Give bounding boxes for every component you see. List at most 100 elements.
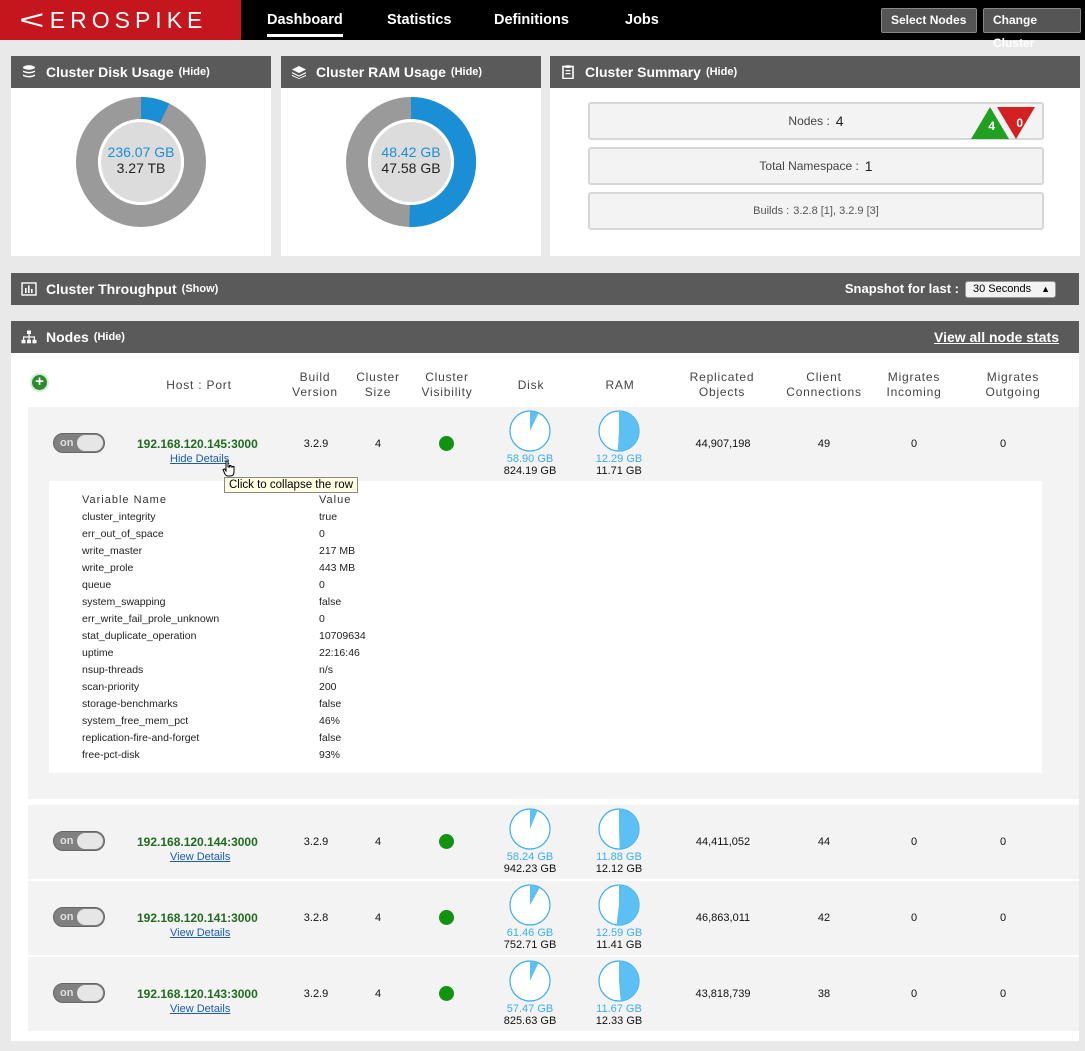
pie-used-slice: [619, 809, 639, 849]
node-toggle-switch[interactable]: on: [53, 831, 105, 851]
sitemap-icon: [21, 330, 37, 344]
details-variable-name: replication-fire-and-forget: [82, 732, 200, 744]
change-cluster-button[interactable]: Change Cluster: [983, 8, 1081, 50]
node-ram-total: 11.41 GB: [596, 939, 642, 951]
pie-used-slice: [616, 885, 640, 925]
column-header-objects-line1: Replicated: [689, 370, 755, 384]
node-build-version: 3.2.9: [303, 988, 329, 1000]
logo-wordmark: EROSPIKE: [49, 6, 208, 33]
hide-toggle[interactable]: (Hide): [706, 66, 737, 78]
node-ram-total: 12.33 GB: [595, 1015, 643, 1027]
ram-total-value: 47.58 GB: [381, 160, 441, 176]
ram-donut-chart: 48.42 GB 47.58 GB: [281, 96, 541, 246]
logo-mark: <: [19, 4, 45, 35]
nav-tab-definitions[interactable]: Definitions: [494, 0, 569, 40]
namespace-value: 1: [864, 158, 873, 174]
details-variable-value: true: [319, 511, 338, 523]
node-build-version: 3.2.9: [303, 438, 329, 450]
node-migrates-incoming: 0: [910, 988, 918, 1000]
node-disk-total: 824.19 GB: [503, 465, 557, 477]
nodes-label: Nodes :: [788, 114, 830, 128]
disk-donut-chart: 236.07 GB 3.27 TB: [11, 96, 271, 246]
node-ram-total: 11.71 GB: [596, 465, 642, 477]
node-ram-pie: [598, 410, 640, 452]
node-visibility-indicator: [439, 910, 454, 925]
node-host-address[interactable]: 192.168.120.145:3000: [137, 437, 258, 451]
details-header-name: Variable Name: [82, 494, 167, 506]
node-row: on 192.168.120.144:3000 View Details 3.2.9 4…: [28, 805, 1079, 879]
node-visibility-indicator: [439, 436, 454, 451]
nav-tab-dashboard[interactable]: Dashboard: [267, 0, 343, 40]
cluster-disk-usage-panel: Cluster Disk Usage (Hide) 236.07 GB 3.27…: [11, 56, 271, 256]
details-variable-value: 46%: [319, 715, 341, 727]
node-details-link[interactable]: View Details: [170, 1003, 230, 1015]
aerospike-logo[interactable]: < EROSPIKE: [0, 0, 241, 40]
node-toggle-switch[interactable]: on: [53, 907, 105, 927]
node-host-address[interactable]: 192.168.120.144:3000: [137, 835, 258, 849]
panel-header: Cluster RAM Usage (Hide): [281, 56, 541, 88]
node-toggle-switch[interactable]: on: [53, 983, 105, 1003]
add-node-button[interactable]: +: [30, 373, 49, 392]
builds-label: Builds :: [753, 205, 790, 217]
node-toggle-switch[interactable]: on: [53, 433, 105, 453]
node-ram-pie: [598, 884, 640, 926]
node-ram-pie: [598, 808, 640, 850]
details-variable-name: scan-priority: [82, 681, 140, 693]
node-ram-total: 12.12 GB: [595, 863, 643, 875]
node-host-address[interactable]: 192.168.120.143:3000: [137, 987, 258, 1001]
node-cluster-size: 4: [374, 988, 382, 1000]
column-header-build-line1: Build: [299, 370, 331, 384]
details-variable-name: system_swapping: [82, 596, 166, 608]
show-toggle[interactable]: (Show): [182, 283, 219, 295]
column-header-migout-line2: Outgoing: [985, 385, 1041, 399]
bar-chart-icon: [21, 282, 37, 296]
namespace-count-box: Total Namespace : 1: [588, 147, 1044, 185]
node-ram-used: 12.29 GB: [595, 453, 643, 465]
node-visibility-indicator: [439, 834, 454, 849]
details-variable-value: 0: [319, 579, 325, 591]
hide-toggle[interactable]: (Hide): [451, 66, 482, 78]
toggle-label: on: [60, 437, 74, 449]
node-disk-pie: [509, 410, 551, 452]
column-header-migin-line2: Incoming: [886, 385, 942, 399]
details-variable-name: write_prole: [82, 562, 134, 574]
builds-box: Builds : 3.2.8 [1], 3.2.9 [3]: [588, 192, 1044, 230]
node-details-link[interactable]: View Details: [170, 927, 230, 939]
cluster-summary-panel: Cluster Summary (Hide) Nodes : 4 4 0 Tot…: [550, 56, 1080, 256]
snapshot-label: Snapshot for last :: [844, 281, 959, 296]
pie-used-slice: [617, 411, 640, 451]
nav-tab-statistics[interactable]: Statistics: [387, 0, 451, 40]
details-variable-name: stat_duplicate_operation: [82, 630, 197, 642]
node-host-address[interactable]: 192.168.120.141:3000: [137, 911, 258, 925]
panel-title: Cluster Summary: [585, 64, 701, 80]
node-migrates-incoming: 0: [910, 836, 918, 848]
node-details-link[interactable]: View Details: [170, 851, 230, 863]
panel-header: Cluster Summary (Hide): [550, 56, 1080, 88]
node-replicated-objects: 46,863,011: [695, 912, 751, 924]
column-header-host: Host : Port: [166, 378, 232, 392]
hide-toggle[interactable]: (Hide): [94, 331, 125, 343]
column-header-build-line2: Version: [292, 385, 338, 399]
snapshot-duration-select[interactable]: 30 Seconds ▲: [965, 281, 1056, 298]
node-disk-pie: [509, 884, 551, 926]
details-variable-value: 10709634: [319, 630, 366, 642]
panel-header: Nodes (Hide): [11, 321, 1079, 353]
node-cluster-size: 4: [374, 836, 382, 848]
toggle-knob: [77, 833, 103, 849]
node-cluster-size: 4: [374, 438, 382, 450]
node-disk-total: 825.63 GB: [503, 1015, 557, 1027]
column-header-connections-line1: Client: [806, 370, 842, 384]
layers-icon: [291, 65, 307, 79]
node-migrates-outgoing: 0: [999, 836, 1007, 848]
disk-used-value: 236.07 GB: [107, 144, 175, 160]
details-variable-value: 0: [319, 613, 325, 625]
view-all-node-stats-link[interactable]: View all node stats: [934, 321, 1059, 353]
nav-tab-jobs[interactable]: Jobs: [625, 0, 659, 40]
node-disk-pie: [509, 960, 551, 1002]
select-nodes-button[interactable]: Select Nodes: [881, 8, 977, 33]
node-disk-total: 752.71 GB: [503, 939, 557, 951]
details-variable-name: cluster_integrity: [82, 511, 156, 523]
hide-toggle[interactable]: (Hide): [179, 66, 210, 78]
node-disk-used: 61.46 GB: [506, 927, 554, 939]
node-migrates-incoming: 0: [910, 912, 918, 924]
